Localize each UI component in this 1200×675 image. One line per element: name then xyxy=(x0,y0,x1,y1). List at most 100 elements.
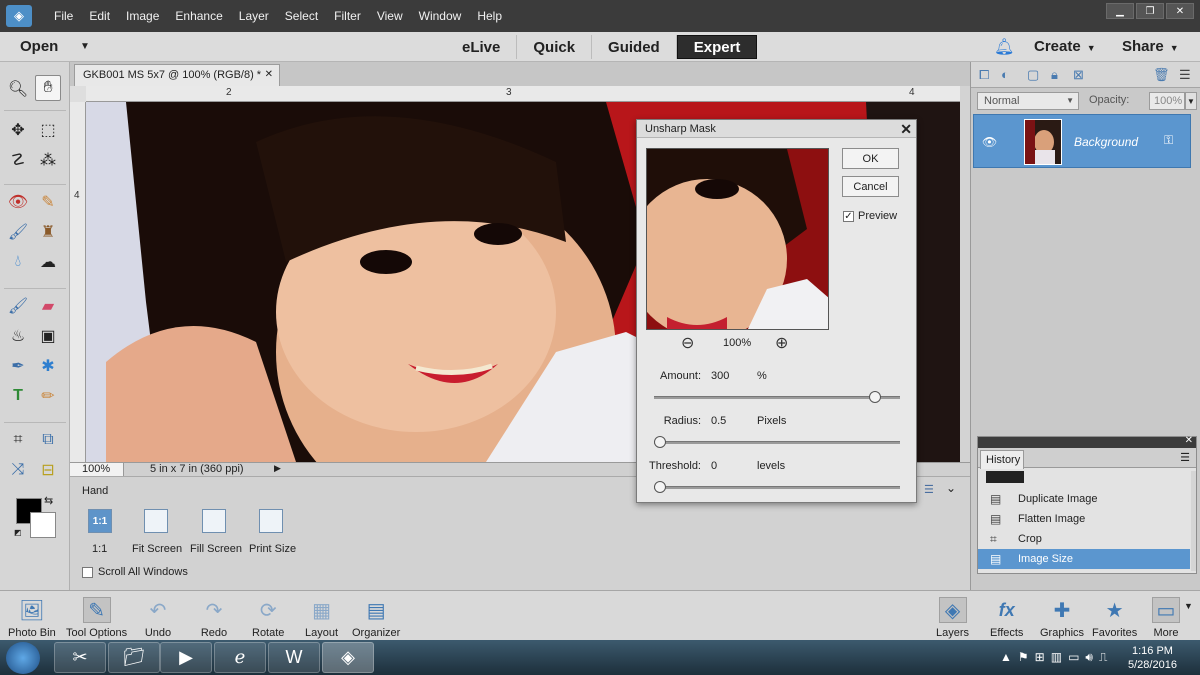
fit-screen-button[interactable] xyxy=(144,509,168,533)
recompose-tool-icon[interactable]: ⧉ xyxy=(35,427,61,453)
zoom-in-icon[interactable]: ⊕ xyxy=(775,333,788,353)
crop-tool-icon[interactable]: ⌗ xyxy=(5,427,31,453)
eraser-tool-icon[interactable]: ▰ xyxy=(35,293,61,319)
menu-select[interactable]: Select xyxy=(277,9,326,23)
maximize-icon[interactable]: ❐ xyxy=(1136,3,1164,19)
taskbar-media-player-icon[interactable]: ▶ xyxy=(160,642,212,673)
info-menu-arrow-icon[interactable]: ▶ xyxy=(274,463,281,474)
tray-network-icon[interactable]: ▥ xyxy=(1051,650,1062,665)
amount-slider-thumb[interactable] xyxy=(869,391,881,403)
background-color-swatch[interactable] xyxy=(30,512,56,538)
amount-value[interactable]: 300 xyxy=(711,370,729,382)
zoom-tool-icon[interactable]: 🔍︎ xyxy=(5,76,31,102)
minimize-icon[interactable]: ▁ xyxy=(1106,3,1134,19)
tab-quick[interactable]: Quick xyxy=(517,35,593,59)
threshold-slider[interactable] xyxy=(654,481,900,493)
layers-menu-icon[interactable]: ☰ xyxy=(1179,67,1191,83)
tray-windows-icon[interactable]: ⊞ xyxy=(1035,650,1045,665)
tab-history[interactable]: History xyxy=(980,450,1024,469)
custom-shape-tool-icon[interactable]: ✱ xyxy=(35,353,61,379)
tray-flag-icon[interactable]: ⚑ xyxy=(1018,650,1029,665)
opacity-chevron-icon[interactable]: ▼ xyxy=(1185,92,1197,110)
red-eye-tool-icon[interactable]: 👁︎ xyxy=(5,189,31,215)
history-item[interactable]: ⌗ Crop xyxy=(978,529,1190,549)
graphics-button[interactable]: ✚ Graphics xyxy=(1040,593,1084,640)
collapse-chevron-icon[interactable]: ⌄ xyxy=(946,481,956,495)
preview-checkbox[interactable]: ✓ xyxy=(843,211,854,222)
threshold-slider-thumb[interactable] xyxy=(654,481,666,493)
start-button-icon[interactable] xyxy=(6,642,40,674)
taskbar-internet-explorer-icon[interactable]: ℯ xyxy=(214,642,266,673)
menu-view[interactable]: View xyxy=(369,9,411,23)
cancel-button[interactable]: Cancel xyxy=(842,176,899,197)
history-menu-icon[interactable]: ☰ xyxy=(1180,451,1190,464)
taskbar-explorer-icon[interactable]: 📁︎ xyxy=(108,642,160,673)
lasso-tool-icon[interactable]: ☡ xyxy=(5,147,31,173)
opacity-field[interactable]: 100% xyxy=(1149,92,1185,110)
taskbar-app-paint-icon[interactable]: ✂ xyxy=(54,642,106,673)
fill-screen-button[interactable] xyxy=(202,509,226,533)
menu-help[interactable]: Help xyxy=(469,9,510,23)
undo-button[interactable]: ↶ Undo xyxy=(144,593,172,640)
effects-button[interactable]: fx Effects xyxy=(990,593,1023,640)
dialog-titlebar[interactable]: Unsharp Mask ✕ xyxy=(637,120,916,138)
menu-image[interactable]: Image xyxy=(118,9,167,23)
menu-enhance[interactable]: Enhance xyxy=(167,9,230,23)
filter-preview[interactable] xyxy=(646,148,829,330)
tray-device-icon[interactable]: ⎍ xyxy=(1099,650,1107,665)
gradient-tool-icon[interactable]: ▣ xyxy=(35,323,61,349)
redo-button[interactable]: ↷ Redo xyxy=(200,593,228,640)
threshold-value[interactable]: 0 xyxy=(711,460,717,472)
spot-healing-tool-icon[interactable]: ✎ xyxy=(35,189,61,215)
type-tool-icon[interactable]: T xyxy=(5,383,31,409)
history-scrollbar[interactable] xyxy=(1191,471,1196,571)
zoom-out-icon[interactable]: ⊖ xyxy=(681,333,694,353)
eyedropper-tool-icon[interactable]: ✒ xyxy=(5,353,31,379)
amount-slider[interactable] xyxy=(654,391,900,403)
menu-edit[interactable]: Edit xyxy=(81,9,118,23)
taskbar-photoshop-elements-icon[interactable]: ◈ xyxy=(322,642,374,673)
ok-button[interactable]: OK xyxy=(842,148,899,169)
actual-pixels-button[interactable]: 1:1 xyxy=(88,509,112,533)
menu-layer[interactable]: Layer xyxy=(231,9,277,23)
favorites-button[interactable]: ★ Favorites xyxy=(1092,593,1137,640)
taskbar-clock[interactable]: 1:16 PM 5/28/2016 xyxy=(1128,644,1177,672)
document-tab[interactable]: GKB001 MS 5x7 @ 100% (RGB/8) * ✕ xyxy=(74,64,280,86)
close-tab-icon[interactable]: ✕ xyxy=(265,69,273,80)
smart-brush-tool-icon[interactable]: 🖌︎ xyxy=(5,219,31,245)
swap-colors-icon[interactable]: ⇆ xyxy=(44,494,53,507)
tool-options-button[interactable]: ✎ Tool Options xyxy=(66,593,127,639)
content-move-tool-icon[interactable]: ⤨ xyxy=(5,457,31,483)
adjustment-layer-icon[interactable]: ◐ xyxy=(1001,67,1009,82)
radius-slider[interactable] xyxy=(654,436,900,448)
new-layer-icon[interactable]: ⧠ xyxy=(979,67,989,83)
notification-bell-icon[interactable]: 🔔︎ xyxy=(994,37,1014,56)
menu-filter[interactable]: Filter xyxy=(326,9,369,23)
photo-bin-button[interactable]: 🖼︎ Photo Bin xyxy=(8,593,56,640)
menu-file[interactable]: File xyxy=(46,9,81,23)
more-button[interactable]: ▭ More xyxy=(1152,593,1180,639)
history-item[interactable]: ▤ Flatten Image xyxy=(978,509,1190,529)
blur-tool-icon[interactable]: 💧︎ xyxy=(5,249,31,275)
tray-expand-icon[interactable]: ▲ xyxy=(1000,650,1012,665)
history-snapshot-thumbnail[interactable] xyxy=(986,471,1024,483)
more-chevron-icon[interactable]: ▼ xyxy=(1184,601,1193,611)
pencil-tool-icon[interactable]: ✏︎ xyxy=(35,383,61,409)
open-chevron-icon[interactable]: ▼ xyxy=(80,41,90,52)
rotate-button[interactable]: ⟳ Rotate xyxy=(252,593,284,640)
sponge-tool-icon[interactable]: ☁ xyxy=(35,249,61,275)
layout-button[interactable]: ▦ Layout xyxy=(305,593,338,640)
open-button[interactable]: Open xyxy=(20,38,58,55)
close-window-icon[interactable]: ✕ xyxy=(1166,3,1194,19)
zoom-field[interactable]: 100% xyxy=(70,463,124,476)
delete-layer-icon[interactable]: 🗑︎ xyxy=(1153,67,1170,83)
radius-slider-thumb[interactable] xyxy=(654,436,666,448)
tray-monitor-icon[interactable]: ▭ xyxy=(1068,650,1079,665)
layer-mask-icon[interactable]: ▢ xyxy=(1027,67,1039,83)
create-button[interactable]: Create ▼ xyxy=(1034,38,1096,55)
history-titlebar[interactable]: ✕ xyxy=(978,435,1196,448)
history-item[interactable]: ▤ Duplicate Image xyxy=(978,489,1190,509)
taskbar-word-icon[interactable]: W xyxy=(268,642,320,673)
layer-row-background[interactable]: 👁︎ Background ⚿ xyxy=(973,114,1191,168)
scroll-all-windows-checkbox[interactable] xyxy=(82,567,93,578)
